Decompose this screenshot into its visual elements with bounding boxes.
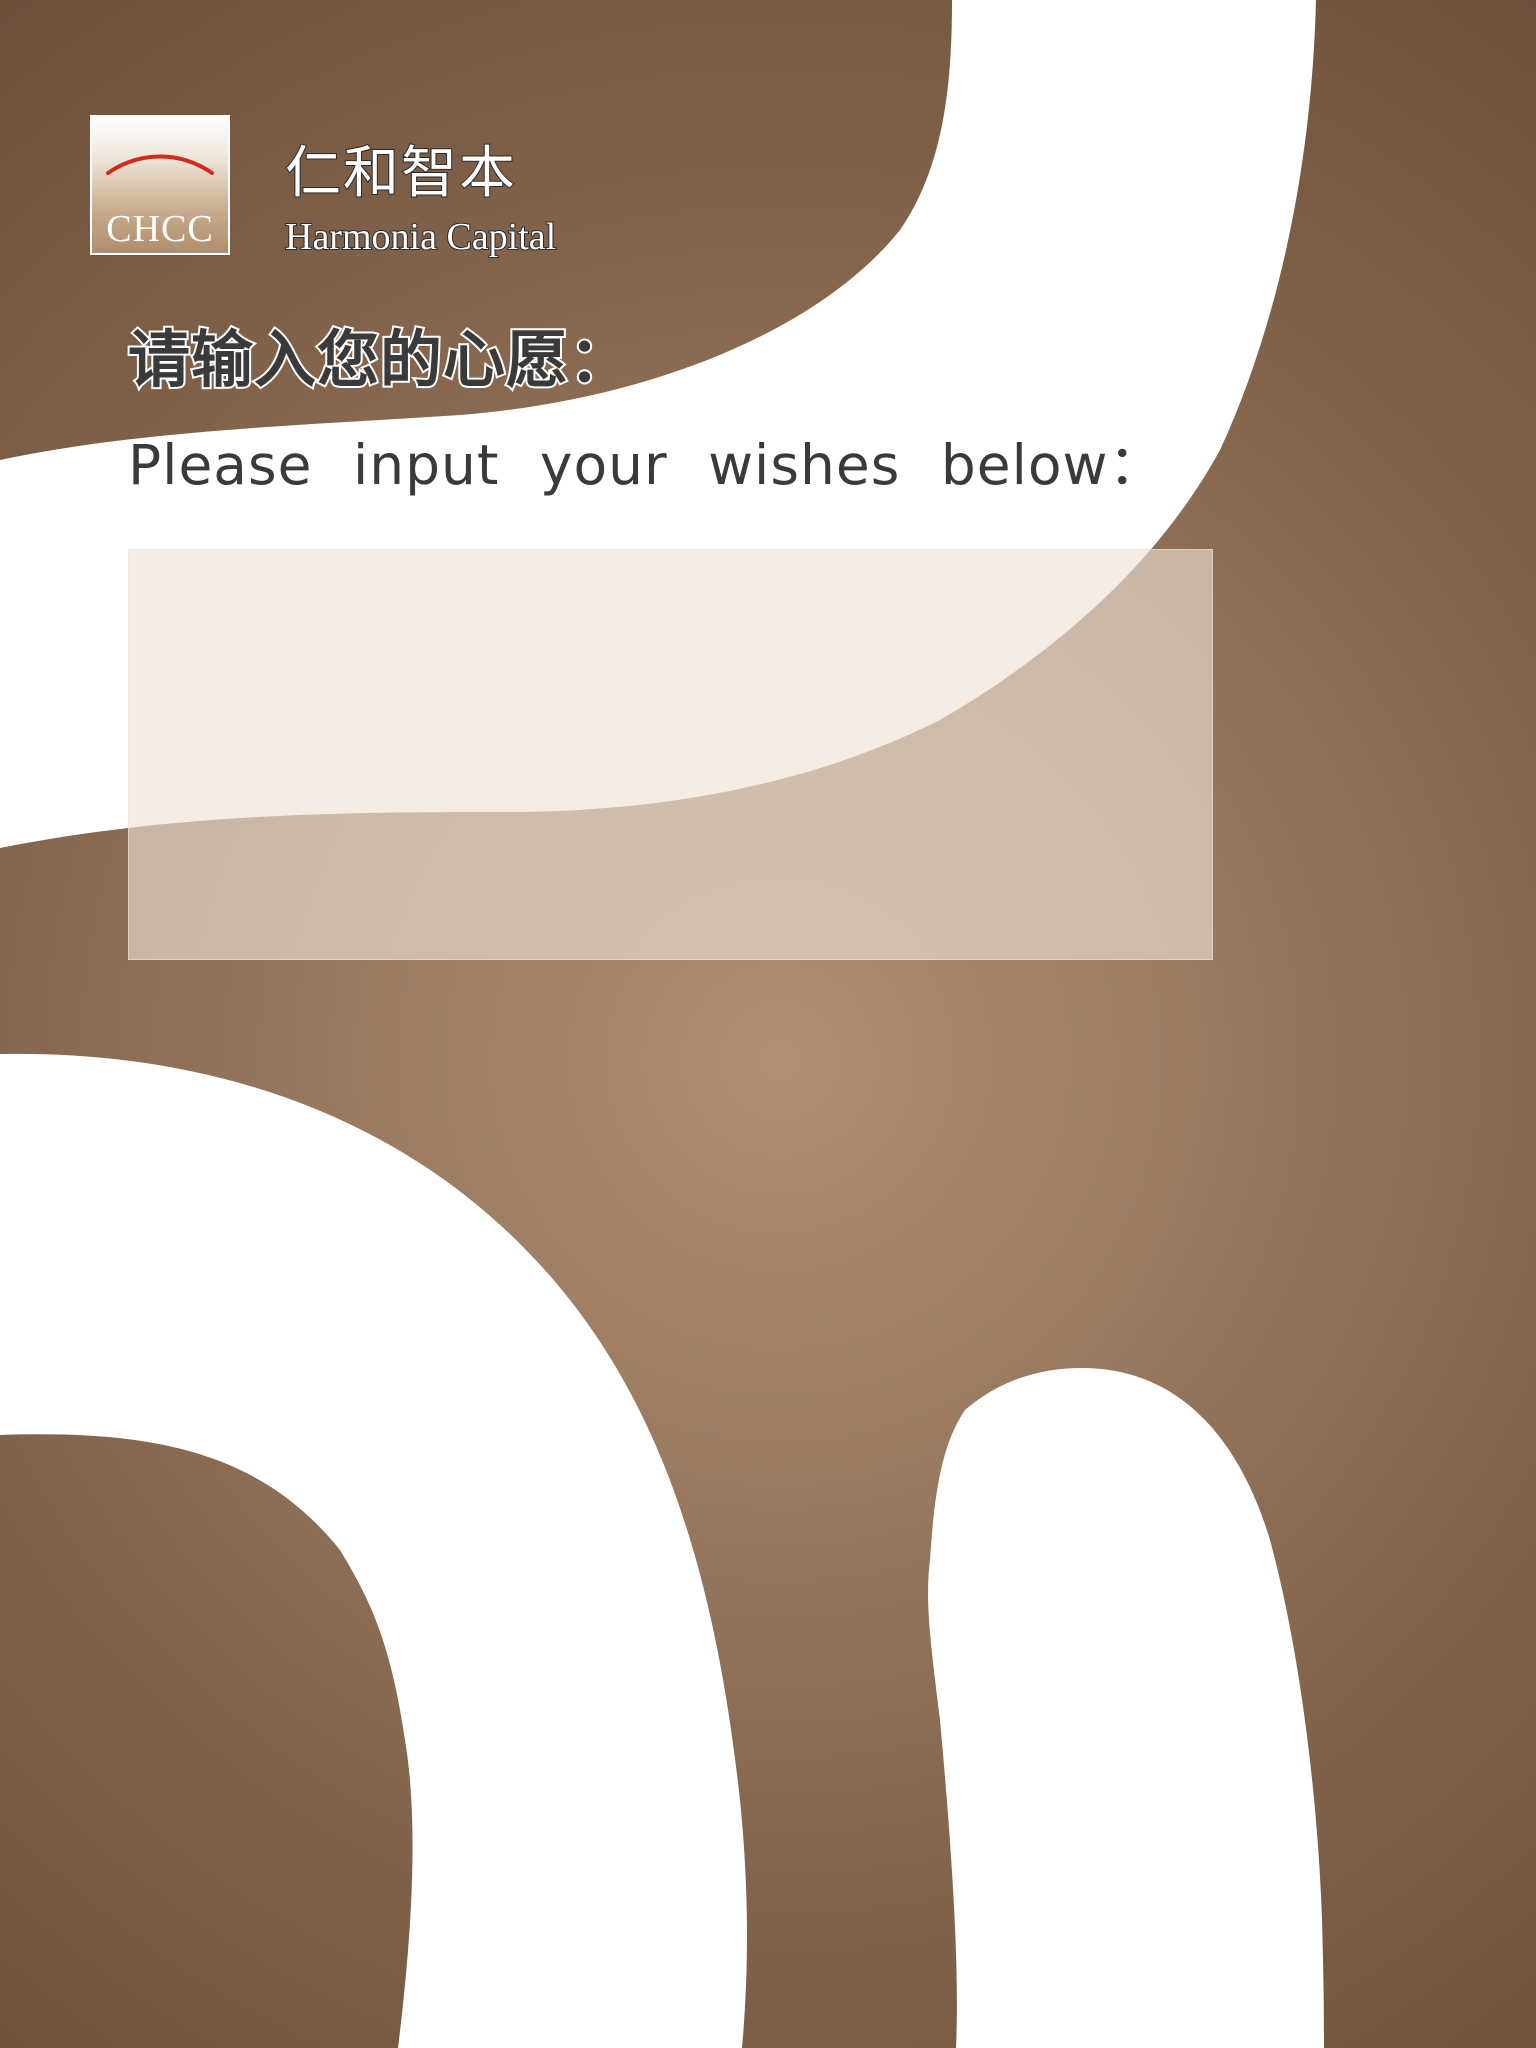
brand-english-name: Harmonia Capital [284, 215, 557, 259]
prompt-title-chinese: 请输入您的心愿： [126, 321, 633, 398]
prompt-title-english: Please input your wishes below： [128, 433, 1165, 497]
decorative-ribbons [0, 0, 1324, 2048]
wish-input-field[interactable] [128, 549, 1213, 960]
chcc-logo: CHCC [90, 115, 230, 255]
logo-mark-text: CHCC [106, 208, 214, 250]
bottom-left-ribbon [0, 1053, 747, 2048]
arc-icon [106, 154, 214, 175]
brand-chinese-name: 仁和智本 [284, 141, 517, 207]
bottom-right-ribbon [928, 1368, 1324, 2048]
wish-page: CHCC 仁和智本 Harmonia Capital 请输入您的心愿： Plea… [0, 0, 1536, 2048]
